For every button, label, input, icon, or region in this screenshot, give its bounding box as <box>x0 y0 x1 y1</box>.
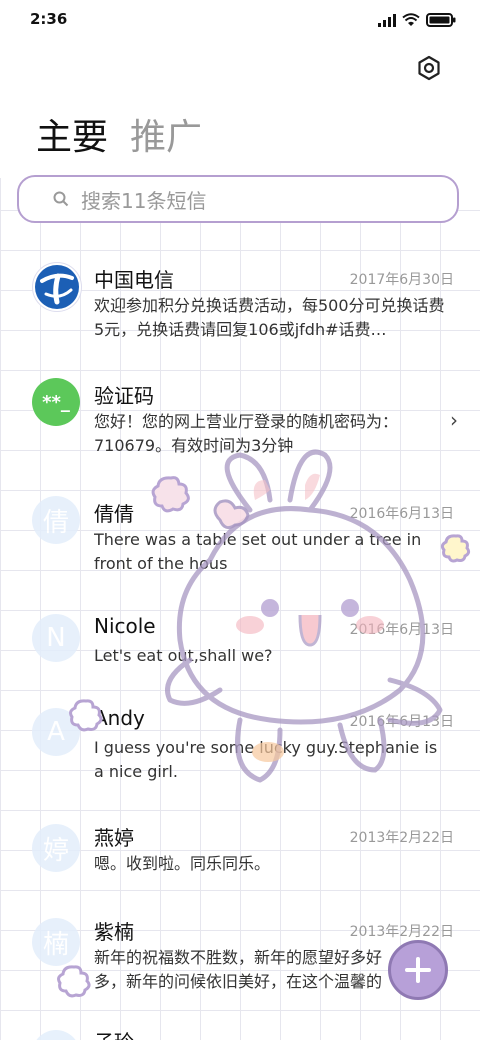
message-preview: 新年的祝福数不胜数，新年的愿望好多好多，新年的问候依旧美好，在这个温馨的时刻 <box>94 948 383 991</box>
contact-avatar: 倩 <box>32 496 80 544</box>
contact-avatar: 婷 <box>32 824 80 872</box>
plus-icon <box>405 957 431 983</box>
conversation-row[interactable]: 子玲 <box>0 1026 480 1040</box>
verification-avatar: **_ <box>32 378 80 426</box>
message-date: 2017年6月30日 <box>349 272 454 288</box>
contact-avatar: 楠 <box>32 918 80 966</box>
message-preview: Let's eat out,shall we? <box>94 646 273 665</box>
new-message-button[interactable] <box>388 940 448 1000</box>
message-preview: I guess you're some lucky guy.Stephanie … <box>94 738 438 781</box>
contact-name: Nicole <box>94 614 156 638</box>
gear-icon <box>418 55 440 81</box>
conversation-row[interactable]: 中国电信 2017年6月30日 欢迎参加积分兑换话费活动，每500分可兑换话费5… <box>0 250 480 350</box>
message-date: 2013年2月22日 <box>349 924 454 940</box>
message-date: 2016年6月13日 <box>349 506 454 522</box>
message-date: 2016年6月13日 <box>349 714 454 730</box>
search-icon <box>53 191 69 207</box>
search-placeholder: 搜索11条短信 <box>81 188 207 213</box>
signal-icon <box>378 13 396 27</box>
contact-name: 中国电信 <box>94 268 174 292</box>
status-time: 2:36 <box>30 10 68 28</box>
wifi-icon <box>402 13 420 26</box>
conversation-row[interactable]: **_ 验证码 您好！您的网上营业厅登录的随机密码为：710679。有效时间为3… <box>0 370 480 470</box>
tab-main[interactable]: 主要 <box>36 108 108 160</box>
conversation-row[interactable]: A Andy 2016年6月13日 I guess you're some lu… <box>0 702 480 792</box>
contact-name: Andy <box>94 706 145 730</box>
status-icons <box>378 12 456 28</box>
china-telecom-logo <box>32 262 82 312</box>
message-date: 2013年2月22日 <box>349 830 454 846</box>
settings-button[interactable] <box>416 55 442 81</box>
message-preview: 您好！您的网上营业厅登录的随机密码为：710679。有效时间为3分钟 <box>94 412 399 455</box>
message-preview: 欢迎参加积分兑换话费活动，每500分可兑换话费5元，兑换话费请回复106或jfd… <box>94 296 445 339</box>
contact-avatar: A <box>32 708 80 756</box>
conversation-row[interactable]: 婷 燕婷 2013年2月22日 嗯。收到啦。同乐同乐。 <box>0 818 480 898</box>
contact-name: 验证码 <box>94 384 154 408</box>
contact-name: 燕婷 <box>94 826 134 850</box>
conversation-row[interactable]: 倩 倩倩 2016年6月13日 There was a table set ou… <box>0 488 480 588</box>
message-preview: There was a table set out under a tree i… <box>94 530 422 573</box>
tab-promo[interactable]: 推广 <box>130 108 202 160</box>
tab-bar: 主要 推广 <box>36 108 202 160</box>
contact-name: 子玲 <box>94 1026 134 1040</box>
search-input[interactable]: 搜索11条短信 <box>17 175 459 223</box>
chevron-right-icon[interactable]: › <box>450 408 458 432</box>
conversation-row[interactable]: N Nicole 2016年6月13日 Let's eat out,shall … <box>0 606 480 686</box>
message-preview: 嗯。收到啦。同乐同乐。 <box>94 854 271 873</box>
contact-name: 倩倩 <box>94 502 134 526</box>
contact-avatar: N <box>32 614 80 662</box>
battery-icon <box>426 13 456 27</box>
status-bar: 2:36 <box>0 0 480 40</box>
message-date: 2016年6月13日 <box>349 622 454 638</box>
contact-avatar <box>32 1030 80 1040</box>
contact-name: 紫楠 <box>94 920 134 944</box>
